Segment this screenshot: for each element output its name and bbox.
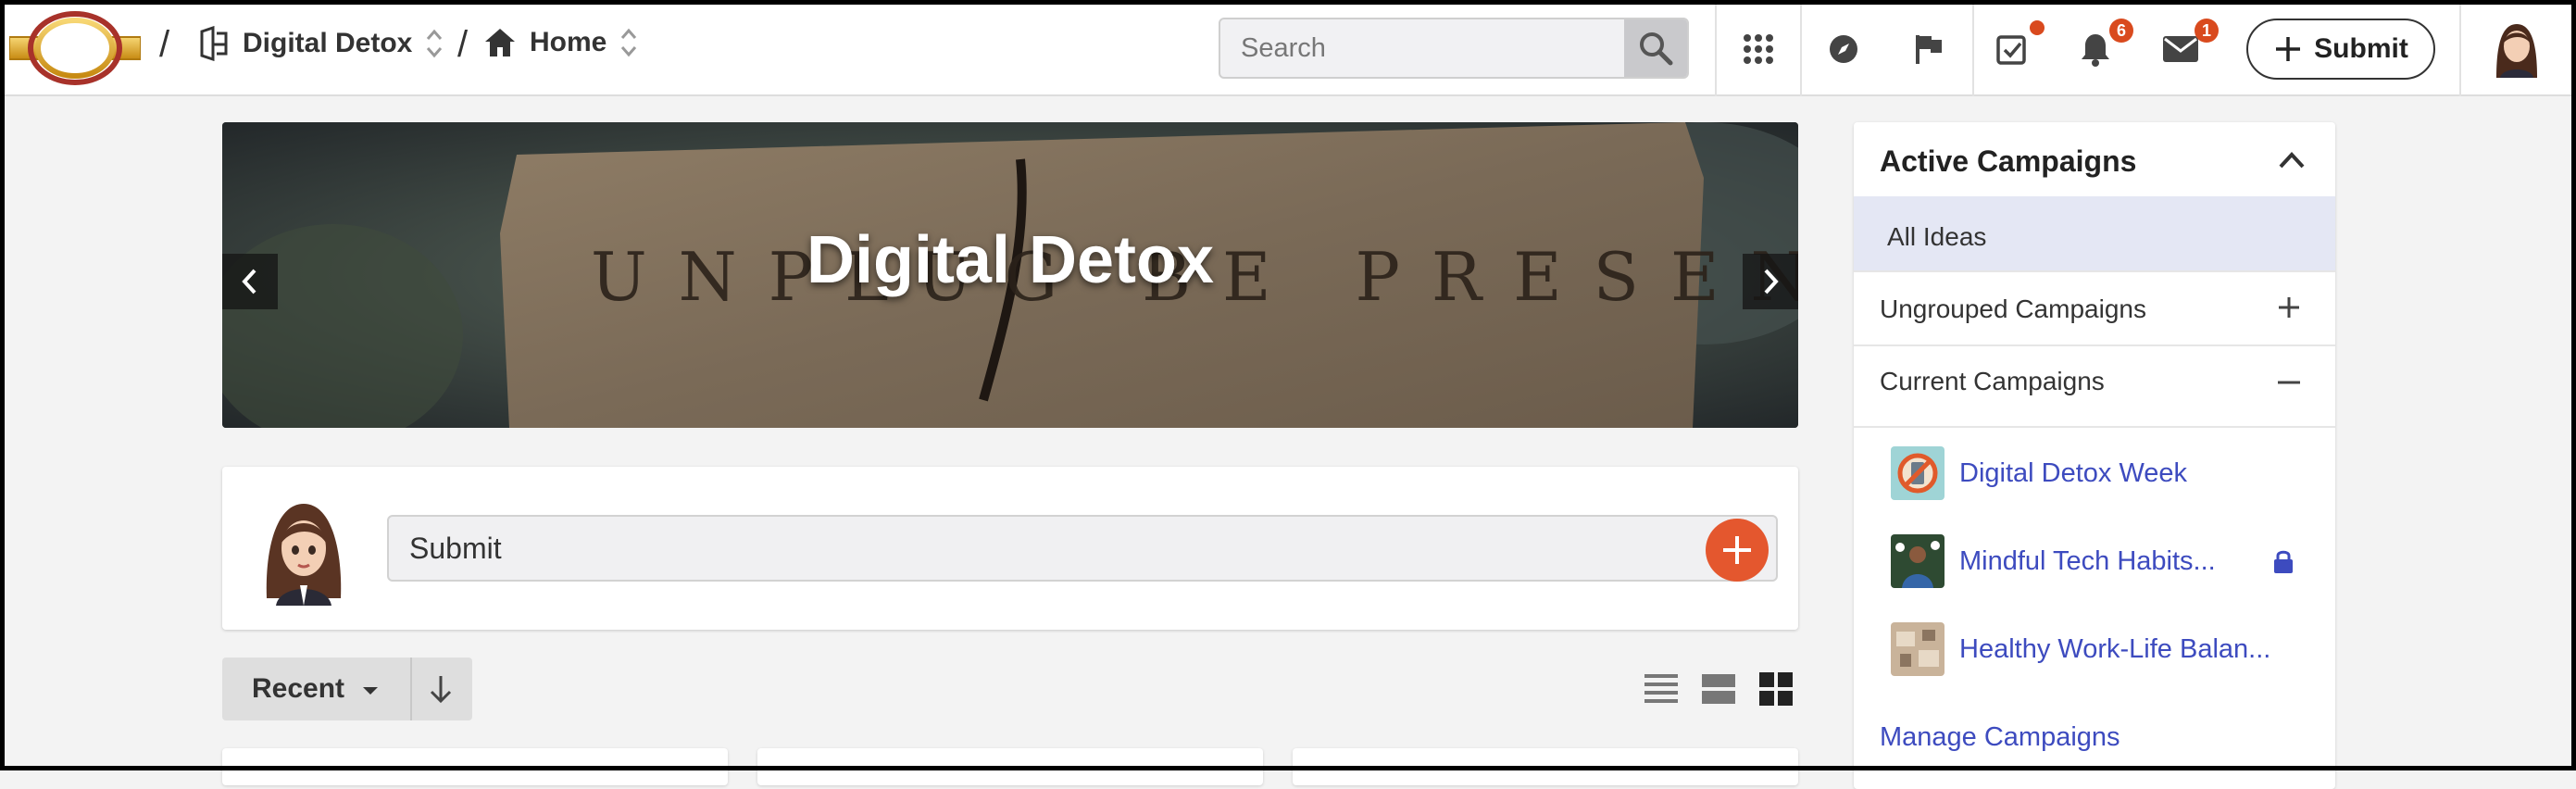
ungrouped-campaigns-item[interactable]: Ungrouped Campaigns — [1854, 272, 2335, 344]
chevron-updown-icon — [427, 29, 443, 58]
chevron-left-icon — [242, 269, 256, 294]
breadcrumb-community-label: Digital Detox — [243, 28, 413, 58]
compact-view-icon[interactable] — [1700, 670, 1737, 708]
campaign-thumbnail — [1891, 446, 1945, 500]
manage-campaigns-link[interactable]: Manage Campaigns — [1880, 722, 2120, 753]
home-icon — [485, 29, 515, 56]
top-bar: / Digital Detox / Home Search 6 1 Submit — [0, 0, 2576, 96]
idea-card[interactable] — [757, 748, 1263, 785]
plus-icon — [2276, 37, 2301, 61]
submit-button[interactable]: Submit — [2246, 19, 2435, 80]
sort-control: Recent — [222, 658, 472, 720]
idea-card[interactable] — [222, 748, 728, 785]
campaign-name: Mindful Tech Habits... — [1959, 545, 2216, 576]
breadcrumb-separator: / — [159, 24, 170, 65]
campaign-thumbnail — [1891, 622, 1945, 676]
brand-logo[interactable] — [9, 11, 141, 85]
chevron-up-icon[interactable] — [2278, 150, 2306, 170]
campaigns-panel: Active Campaigns All Ideas Ungrouped Cam… — [1854, 122, 2335, 789]
tasks-button[interactable] — [1991, 28, 2033, 70]
hero-banner: UNPLUG BE PRESENT Digital Detox — [222, 122, 1798, 428]
banner-next-button[interactable] — [1743, 254, 1798, 309]
divider — [1715, 0, 1717, 96]
breadcrumb-home[interactable]: Home — [483, 26, 638, 59]
user-avatar[interactable] — [2489, 19, 2545, 78]
campaign-item[interactable]: Healthy Work-Life Balan... — [1891, 622, 2270, 676]
user-avatar — [266, 504, 342, 606]
search-button[interactable] — [1624, 19, 1687, 77]
campaign-item[interactable]: Mindful Tech Habits... — [1891, 534, 2216, 588]
campaigns-heading: Active Campaigns — [1880, 144, 2137, 178]
divider — [1854, 426, 2335, 428]
campaign-name: Healthy Work-Life Balan... — [1959, 633, 2271, 664]
grid-icon — [1744, 34, 1773, 64]
idea-composer: Submit — [222, 467, 1798, 630]
chevron-updown-icon — [621, 28, 637, 57]
bell-icon — [2082, 34, 2109, 67]
divider — [2459, 0, 2461, 96]
campaign-name: Digital Detox Week — [1959, 457, 2188, 488]
breadcrumb-community[interactable]: Digital Detox — [198, 26, 444, 61]
grid-view-icon[interactable] — [1757, 670, 1794, 708]
add-idea-button[interactable] — [1706, 519, 1769, 582]
plus-icon[interactable] — [2276, 294, 2302, 320]
caret-down-icon[interactable] — [361, 685, 380, 696]
list-view-icon[interactable] — [1643, 670, 1680, 708]
minus-icon[interactable] — [2276, 380, 2302, 385]
all-ideas-label: All Ideas — [1887, 222, 1987, 251]
flag-button[interactable] — [1907, 28, 1950, 70]
idea-card[interactable] — [1293, 748, 1798, 785]
notifications-badge: 6 — [2109, 19, 2133, 43]
campaign-item[interactable]: Digital Detox Week — [1891, 446, 2187, 500]
flag-icon — [1916, 35, 1942, 64]
campaign-thumbnail — [1891, 534, 1945, 588]
current-campaigns-item[interactable]: Current Campaigns — [1854, 346, 2335, 419]
banner-title: Digital Detox — [806, 223, 1215, 297]
community-icon — [200, 26, 228, 61]
checkbox-icon — [1996, 35, 2026, 65]
divider — [1800, 0, 1802, 96]
divider — [1972, 0, 1974, 96]
submit-button-label: Submit — [2314, 33, 2408, 64]
search-icon — [1640, 32, 1673, 66]
breadcrumb-separator: / — [457, 24, 469, 65]
all-ideas-item[interactable]: All Ideas — [1854, 196, 2335, 270]
banner-prev-button[interactable] — [222, 254, 278, 309]
sort-dropdown[interactable]: Recent — [252, 673, 344, 705]
ungrouped-campaigns-label: Ungrouped Campaigns — [1880, 294, 2146, 323]
apps-grid-button[interactable] — [1737, 28, 1780, 70]
sort-direction-icon[interactable] — [424, 672, 457, 706]
chevron-right-icon — [1764, 269, 1779, 294]
lock-icon — [2274, 550, 2293, 573]
mail-icon — [2163, 36, 2198, 62]
divider — [410, 658, 412, 720]
tasks-dot — [2030, 20, 2045, 35]
explore-button[interactable] — [1822, 28, 1865, 70]
messages-badge: 1 — [2195, 19, 2219, 43]
idea-submit-field[interactable]: Submit — [387, 515, 1778, 582]
search-box — [1219, 18, 1689, 79]
breadcrumb-home-label: Home — [530, 27, 607, 57]
plus-icon — [1723, 536, 1751, 564]
compass-icon — [1830, 35, 1857, 63]
search-input[interactable] — [1220, 19, 1628, 77]
current-campaigns-label: Current Campaigns — [1880, 367, 2105, 395]
